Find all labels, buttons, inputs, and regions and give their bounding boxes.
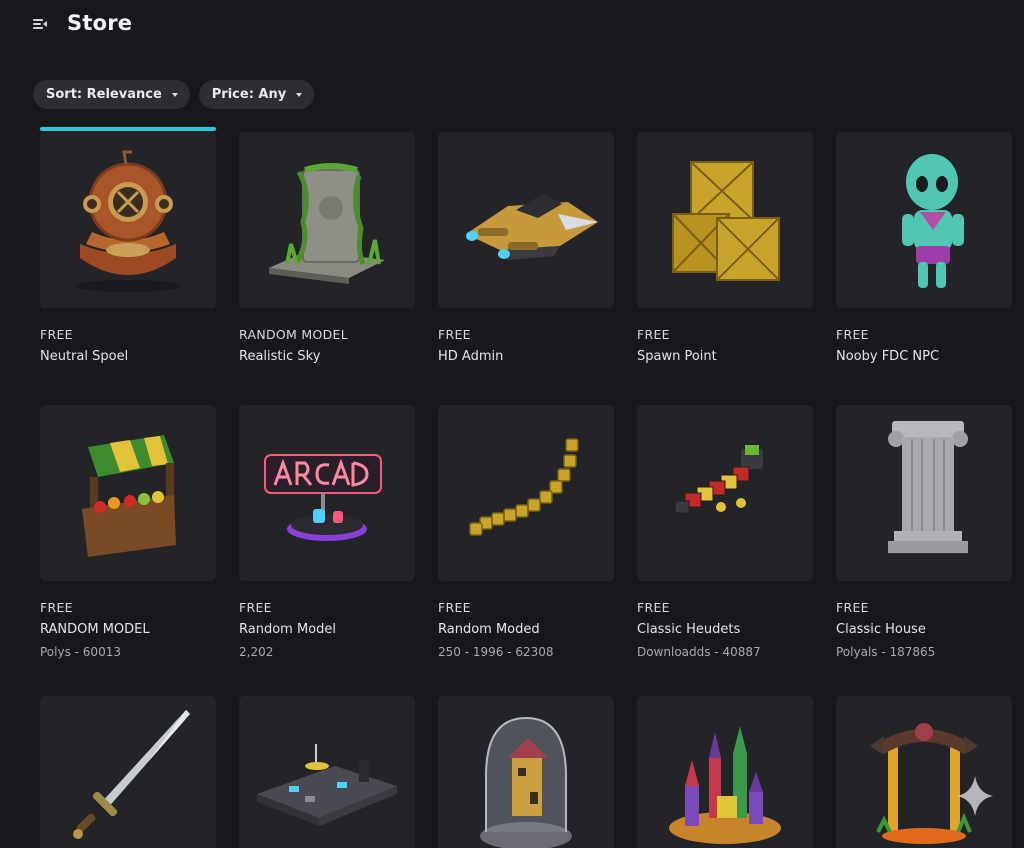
asset-thumbnail — [40, 132, 216, 308]
asset-card[interactable]: FREE RANDOM MODEL Polys - 60013 — [40, 405, 216, 659]
asset-thumbnail — [438, 405, 614, 581]
asset-card[interactable]: FREE Nooby FDC NPC — [836, 132, 1012, 364]
asset-thumbnail — [239, 405, 415, 581]
price-label: FREE — [40, 327, 73, 342]
asset-card[interactable] — [438, 696, 614, 848]
arcade-sign-icon — [264, 454, 382, 541]
house-dome-icon — [480, 716, 572, 848]
asset-thumbnail — [637, 132, 813, 308]
asset-card[interactable] — [40, 696, 216, 848]
menu-collapse-icon[interactable] — [33, 17, 49, 31]
asset-card[interactable] — [239, 696, 415, 848]
fantasy-village-icon — [669, 726, 781, 844]
price-dropdown[interactable]: Price: Any — [198, 80, 315, 109]
top-bar: Store — [0, 0, 1024, 52]
market-stall-icon — [82, 435, 176, 557]
selected-indicator — [40, 127, 216, 131]
price-label: FREE — [836, 327, 869, 342]
asset-meta: Polys - 60013 — [40, 645, 121, 659]
asset-card[interactable] — [637, 696, 813, 848]
asset-card[interactable]: RANDOM MODEL Realistic Sky — [239, 132, 415, 364]
asset-name: Realistic Sky — [239, 349, 321, 364]
alien-npc-icon — [902, 154, 964, 288]
price-label: FREE — [438, 327, 471, 342]
asset-card[interactable]: FREE Classic House Polyals - 187865 — [836, 405, 1012, 659]
asset-name: HD Admin — [438, 349, 504, 364]
filter-bar: Sort: Relevance Price: Any — [33, 80, 315, 109]
price-label: FREE — [637, 600, 670, 615]
asset-thumbnail — [239, 696, 415, 848]
asset-name: Classic Heudets — [637, 622, 741, 637]
city-plate-icon — [257, 744, 397, 826]
greek-column-icon — [888, 421, 968, 553]
caret-down-icon — [171, 92, 178, 97]
asset-thumbnail — [836, 696, 1012, 848]
price-label: RANDOM MODEL — [239, 327, 349, 342]
asset-meta: Downloadds - 40887 — [637, 645, 761, 659]
asset-thumbnail — [637, 405, 813, 581]
asset-thumbnail — [40, 696, 216, 848]
asset-name: Spawn Point — [637, 349, 717, 364]
asset-name: Classic House — [836, 622, 926, 637]
asset-card[interactable]: FREE Random Moded 250 - 1996 - 62308 — [438, 405, 614, 659]
asset-thumbnail — [239, 132, 415, 308]
price-label: FREE — [239, 600, 272, 615]
portal-gate-icon — [870, 723, 978, 844]
asset-card[interactable]: FREE Classic Heudets Downloadds - 40887 — [637, 405, 813, 659]
store-page: Store Sort: Relevance Price: Any FREE Ne… — [0, 0, 1024, 848]
asset-thumbnail — [637, 696, 813, 848]
price-label: FREE — [836, 600, 869, 615]
asset-card[interactable] — [836, 696, 1012, 848]
sparkle-icon — [957, 776, 993, 816]
price-label: Price: Any — [211, 87, 287, 102]
asset-thumbnail — [40, 405, 216, 581]
asset-card[interactable]: FREE Spawn Point — [637, 132, 813, 364]
spaceship-icon — [466, 194, 598, 260]
sort-label: Sort: Relevance — [46, 87, 162, 102]
price-label: FREE — [438, 600, 471, 615]
caret-down-icon — [296, 92, 303, 97]
asset-thumbnail — [438, 132, 614, 308]
asset-name: RANDOM MODEL — [40, 622, 150, 637]
asset-card[interactable]: FREE Neutral Spoel — [40, 132, 216, 364]
asset-card[interactable]: FREE HD Admin — [438, 132, 614, 364]
asset-thumbnail — [836, 405, 1012, 581]
gold-chain-icon — [469, 438, 579, 536]
price-label: FREE — [637, 327, 670, 342]
crates-icon — [672, 161, 780, 281]
asset-thumbnail — [438, 696, 614, 848]
asset-name: Random Moded — [438, 622, 540, 637]
asset-thumbnail — [836, 132, 1012, 308]
asset-meta: Polyals - 187865 — [836, 645, 936, 659]
page-title: Store — [67, 11, 133, 35]
sword-icon — [73, 710, 190, 839]
sort-dropdown[interactable]: Sort: Relevance — [33, 80, 190, 109]
block-caterpillar-icon — [674, 445, 763, 514]
overgrown-ruin-icon — [269, 163, 385, 284]
asset-meta: 2,202 — [239, 645, 274, 659]
asset-name: Nooby FDC NPC — [836, 349, 940, 364]
asset-name: Neutral Spoel — [40, 349, 129, 364]
price-label: FREE — [40, 600, 73, 615]
asset-name: Random Model — [239, 622, 336, 637]
asset-meta: 250 - 1996 - 62308 — [438, 645, 554, 659]
diving-helmet-icon — [74, 150, 182, 292]
asset-card[interactable]: FREE Random Model 2,202 — [239, 405, 415, 659]
